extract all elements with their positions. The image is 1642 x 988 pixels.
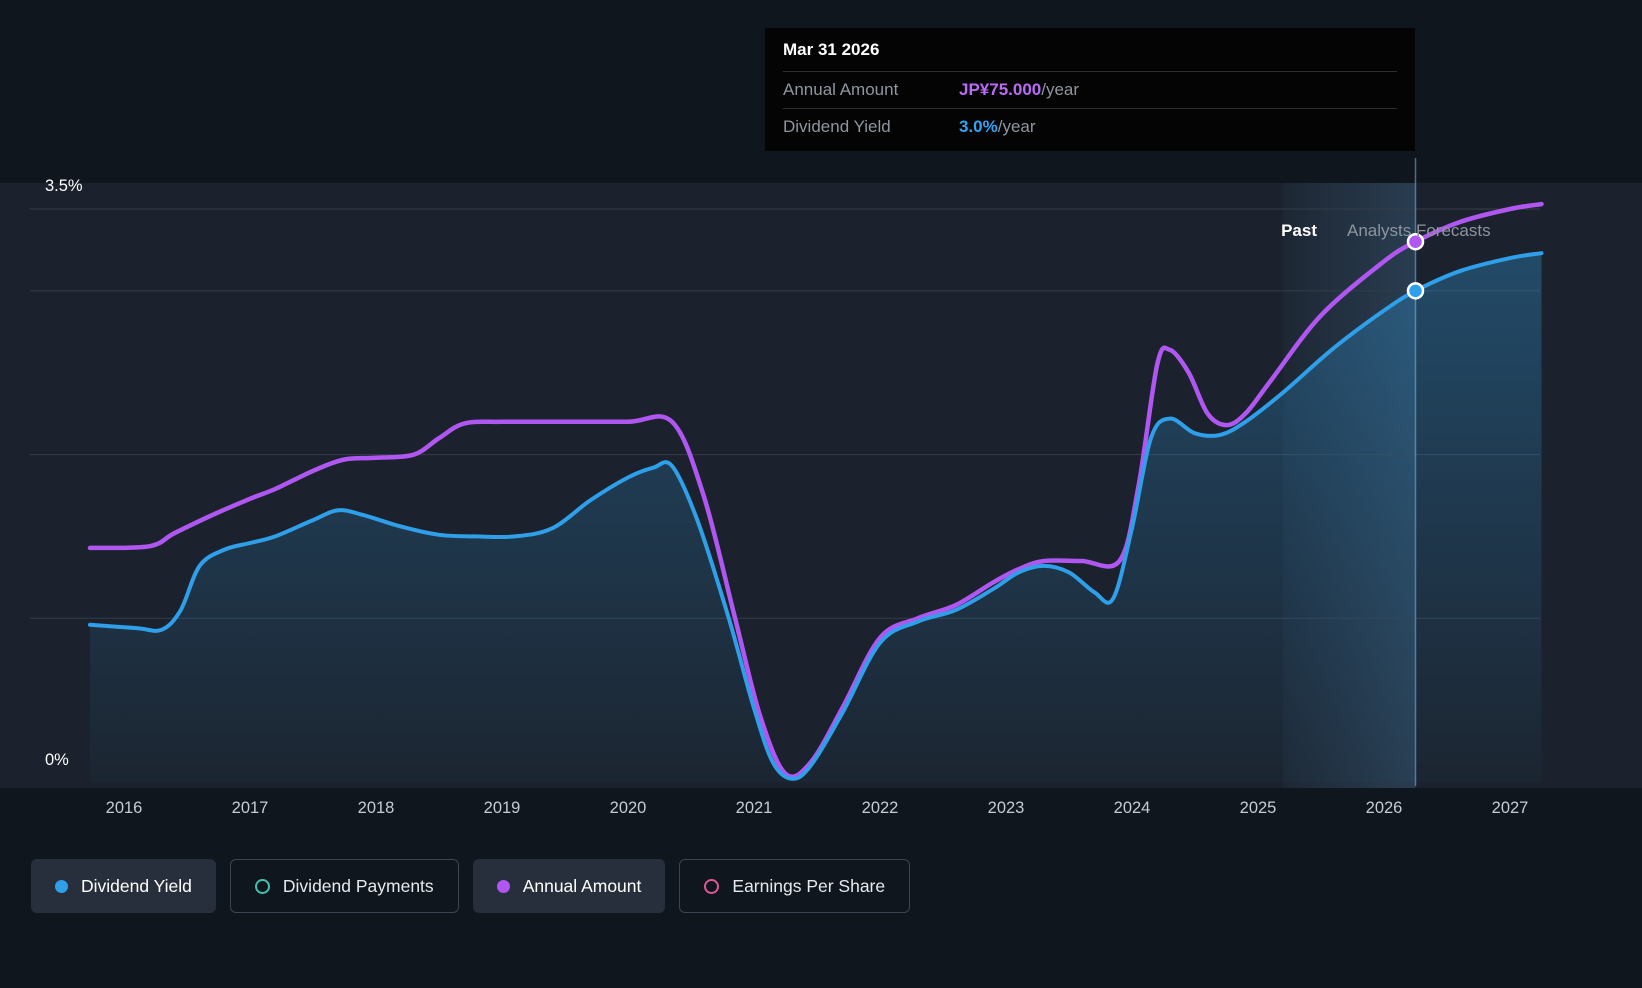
- y-label-bottom: 0%: [45, 751, 69, 769]
- svg-text:2022: 2022: [862, 799, 899, 817]
- dividend-history-chart-page: 2016 2017 2018 2019 2020 2021 2022 2023 2024 2025…: [0, 0, 1642, 988]
- tooltip-value: JP¥75.000: [959, 80, 1042, 99]
- x-axis-labels: 2016 2017 2018 2019 2020 2021 2022 2023 2024 2025…: [106, 799, 1529, 817]
- legend-button-dividend-payments[interactable]: Dividend Payments: [229, 859, 459, 913]
- tooltip-label: Dividend Yield: [783, 117, 891, 136]
- svg-text:2020: 2020: [610, 799, 647, 817]
- svg-text:2017: 2017: [232, 799, 269, 817]
- legend-label: Dividend Yield: [81, 875, 192, 896]
- svg-text:2019: 2019: [484, 799, 521, 817]
- y-label-top: 3.5%: [45, 177, 83, 195]
- past-label: Past: [1281, 221, 1317, 240]
- tooltip-suffix: /year: [1041, 80, 1080, 99]
- legend-label: Earnings Per Share: [732, 875, 886, 896]
- legend-button-dividend-yield[interactable]: Dividend Yield: [31, 859, 216, 913]
- svg-text:2024: 2024: [1114, 799, 1151, 817]
- chart-tooltip: Mar 31 2026 Annual Amount JP¥75.000 /yea…: [765, 28, 1415, 151]
- svg-text:2021: 2021: [736, 799, 773, 817]
- tooltip-value: 3.0%: [959, 117, 998, 136]
- svg-text:2027: 2027: [1492, 799, 1529, 817]
- svg-text:2025: 2025: [1240, 799, 1277, 817]
- tooltip-row-annual-amount: Annual Amount JP¥75.000 /year: [783, 72, 1397, 109]
- dividend-payments-ring-icon: [254, 878, 270, 894]
- legend-label: Dividend Payments: [282, 875, 434, 896]
- svg-text:2026: 2026: [1366, 799, 1403, 817]
- legend-button-annual-amount[interactable]: Annual Amount: [472, 859, 666, 913]
- svg-text:2018: 2018: [358, 799, 395, 817]
- legend-button-earnings-per-share[interactable]: Earnings Per Share: [679, 859, 911, 913]
- tooltip-suffix: /year: [997, 117, 1036, 136]
- analysts-forecasts-label: Analysts Forecasts: [1347, 221, 1491, 240]
- chart-legend: Dividend Yield Dividend Payments Annual …: [31, 859, 911, 913]
- tooltip-date: Mar 31 2026: [783, 40, 1397, 72]
- dividend-yield-dot-icon: [55, 879, 68, 893]
- svg-text:2023: 2023: [988, 799, 1025, 817]
- earnings-per-share-ring-icon: [704, 878, 720, 894]
- y-axis-labels: 3.5% 0%: [45, 177, 83, 769]
- annual-amount-dot-icon: [496, 879, 510, 893]
- tooltip-row-dividend-yield: Dividend Yield 3.0% /year: [783, 109, 1397, 145]
- legend-label: Annual Amount: [522, 875, 642, 896]
- svg-text:2016: 2016: [106, 799, 143, 817]
- tooltip-label: Annual Amount: [783, 80, 899, 99]
